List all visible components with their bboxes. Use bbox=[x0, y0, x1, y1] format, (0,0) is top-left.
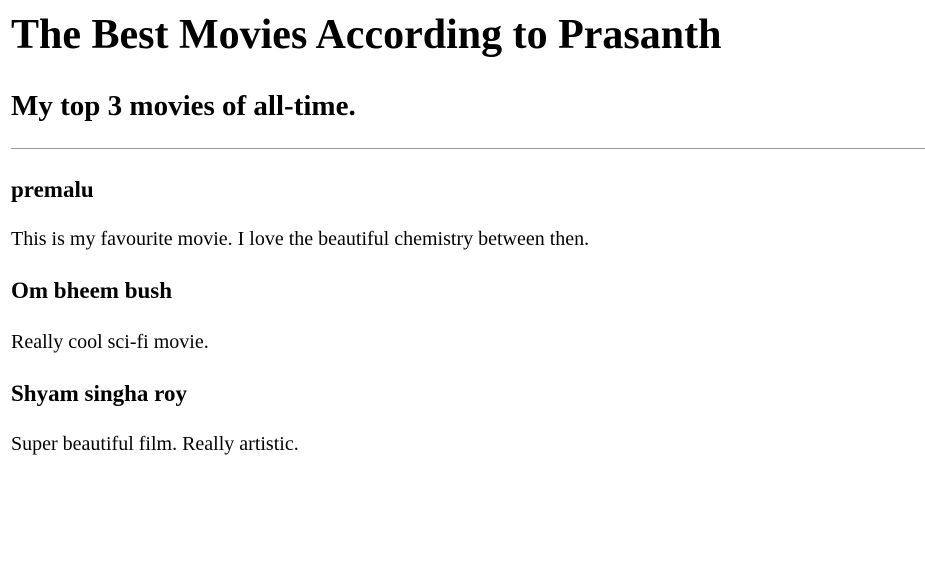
movie-item-om-bheem-bush: Om bheem bush Really cool sci-fi movie. bbox=[11, 278, 925, 354]
movie-list: premalu This is my favourite movie. I lo… bbox=[11, 177, 925, 456]
movie-title: Shyam singha roy bbox=[11, 381, 187, 406]
movie-description: Really cool sci-fi movie. bbox=[11, 331, 209, 353]
movie-item-shyam-singha-roy: Shyam singha roy Super beautiful film. R… bbox=[11, 381, 925, 456]
page: The Best Movies According to Prasanth My… bbox=[0, 0, 925, 561]
movie-title: premalu bbox=[11, 177, 94, 202]
divider bbox=[11, 148, 925, 149]
movie-title: Om bheem bush bbox=[11, 278, 173, 303]
page-title: The Best Movies According to Prasanth bbox=[11, 12, 722, 58]
movie-description: Super beautiful film. Really artistic. bbox=[11, 433, 299, 455]
page-subtitle: My top 3 movies of all-time. bbox=[11, 90, 356, 122]
movie-item-premalu: premalu This is my favourite movie. I lo… bbox=[11, 177, 925, 251]
movie-description: This is my favourite movie. I love the b… bbox=[11, 228, 590, 250]
